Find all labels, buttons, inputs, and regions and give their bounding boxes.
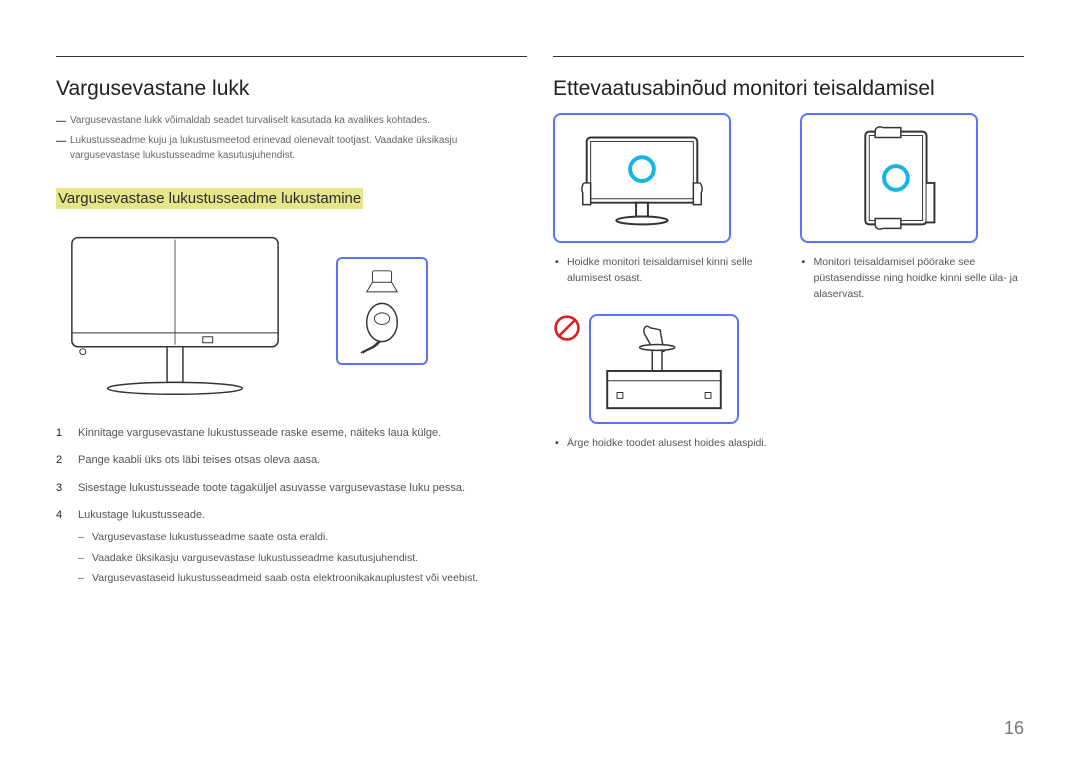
step-2: Pange kaabli üks ots läbi teises otsas o… [56, 452, 527, 470]
substep-3: Vargusevastaseid lukustusseadmeid saab o… [78, 570, 527, 587]
page-number: 16 [1004, 718, 1024, 739]
panel-hold-bottom: Hoidke monitori teisaldamisel kinni sell… [553, 113, 778, 302]
lock-figure-row [56, 221, 527, 401]
manual-page: Vargusevastane lukk Vargusevastane lukk … [0, 0, 1080, 763]
step-4-text: Lukustage lukustusseade. [78, 509, 205, 521]
substep-2: Vaadake üksikasju vargusevastase lukustu… [78, 550, 527, 567]
panel-rotate-portrait: Monitori teisaldamisel pöörake see püsta… [800, 113, 1025, 302]
left-subheading: Vargusevastase lukustusseadme lukustamin… [56, 188, 363, 209]
hold-by-stand-illustration [589, 314, 739, 424]
lock-steps: Kinnitage vargusevastane lukustusseade r… [56, 425, 527, 588]
prohibit-block: Ärge hoidke toodet alusest hoides alaspi… [553, 314, 1024, 452]
panel-1-bullets: Hoidke monitori teisaldamisel kinni sell… [553, 255, 778, 287]
prohibit-icon [553, 314, 581, 342]
left-column: Vargusevastane lukk Vargusevastane lukk … [56, 56, 527, 723]
moving-panels: Hoidke monitori teisaldamisel kinni sell… [553, 113, 1024, 302]
prohibit-bullets: Ärge hoidke toodet alusest hoides alaspi… [553, 436, 767, 452]
left-note-1: Vargusevastane lukk võimaldab seadet tur… [56, 113, 527, 129]
left-title: Vargusevastane lukk [56, 77, 527, 101]
lock-closeup-illustration [336, 257, 428, 365]
step-4-substeps: Vargusevastase lukustusseadme saate osta… [78, 529, 527, 587]
rotate-portrait-illustration [800, 113, 978, 243]
step-4: Lukustage lukustusseade. Vargusevastase … [56, 507, 527, 587]
left-note-2: Lukustusseadme kuju ja lukustusmeetod er… [56, 133, 527, 164]
right-column: Ettevaatusabinõud monitori teisaldamisel [553, 56, 1024, 723]
prohibit-text: Ärge hoidke toodet alusest hoides alaspi… [553, 436, 767, 452]
right-title: Ettevaatusabinõud monitori teisaldamisel [553, 77, 1024, 101]
panel-2-text: Monitori teisaldamisel pöörake see püsta… [800, 255, 1025, 302]
step-1: Kinnitage vargusevastane lukustusseade r… [56, 425, 527, 443]
panel-1-text: Hoidke monitori teisaldamisel kinni sell… [553, 255, 778, 287]
monitor-back-illustration [56, 221, 294, 401]
step-3: Sisestage lukustusseade toote tagaküljel… [56, 480, 527, 498]
substep-1: Vargusevastase lukustusseadme saate osta… [78, 529, 527, 546]
hold-bottom-illustration [553, 113, 731, 243]
panel-2-bullets: Monitori teisaldamisel pöörake see püsta… [800, 255, 1025, 302]
